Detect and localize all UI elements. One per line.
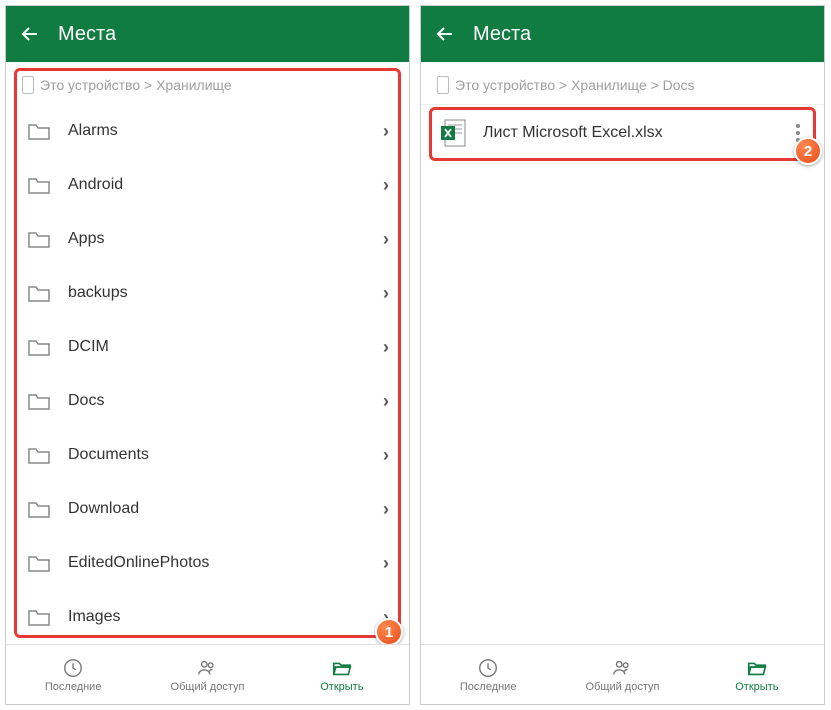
content: 1 Это устройство > Хранилище Alarms › An… [6,62,409,644]
folder-label: EditedOnlinePhotos [68,554,367,572]
nav-label: Последние [460,681,517,693]
nav-recent[interactable]: Последние [6,645,140,704]
chevron-right-icon: › [383,337,389,358]
breadcrumb[interactable]: Это устройство > Хранилище > Docs [421,62,824,105]
header: Места [421,6,824,62]
nav-recent[interactable]: Последние [421,645,555,704]
phone-left: Места 1 Это устройство > Хранилище Alarm… [5,5,410,705]
back-icon[interactable] [18,22,42,46]
chevron-right-icon: › [383,121,389,142]
file-label: Лист Microsoft Excel.xlsx [483,124,776,142]
folder-icon [26,607,52,627]
folder-label: Apps [68,230,367,248]
nav-shared[interactable]: Общий доступ [140,645,274,704]
folder-icon [26,553,52,573]
nav-label: Общий доступ [171,681,245,693]
folder-open-icon [746,657,768,679]
folder-row[interactable]: Documents › [6,428,409,482]
excel-icon [439,118,469,148]
folder-icon [26,337,52,357]
folder-label: Documents [68,446,367,464]
folder-icon [26,121,52,141]
folder-row[interactable]: Android › [6,158,409,212]
folder-row[interactable]: Alarms › [6,104,409,158]
breadcrumb-text: Это устройство > Хранилище > Docs [455,77,695,93]
folder-list: Alarms › Android › Apps › backups › DCIM [6,104,409,644]
device-icon [437,76,449,94]
folder-icon [26,175,52,195]
folder-row[interactable]: backups › [6,266,409,320]
folder-label: DCIM [68,338,367,356]
folder-row[interactable]: EditedOnlinePhotos › [6,536,409,590]
nav-label: Последние [45,681,102,693]
folder-icon [26,229,52,249]
folder-row[interactable]: Apps › [6,212,409,266]
people-icon [196,657,218,679]
chevron-right-icon: › [383,229,389,250]
bottom-nav: Последние Общий доступ Открыть [6,644,409,704]
folder-label: Images [68,608,367,626]
header: Места [6,6,409,62]
nav-open[interactable]: Открыть [690,645,824,704]
folder-row[interactable]: Download › [6,482,409,536]
chevron-right-icon: › [383,283,389,304]
breadcrumb-text: Это устройство > Хранилище [40,77,232,93]
phone-right: Места Это устройство > Хранилище > Docs … [420,5,825,705]
chevron-right-icon: › [383,391,389,412]
chevron-right-icon: › [383,499,389,520]
nav-label: Открыть [735,681,778,693]
folder-label: Alarms [68,122,367,140]
folder-label: Download [68,500,367,518]
chevron-right-icon: › [383,175,389,196]
folder-row[interactable]: DCIM › [6,320,409,374]
chevron-right-icon: › [383,553,389,574]
breadcrumb[interactable]: Это устройство > Хранилище [6,62,409,104]
device-icon [22,76,34,94]
nav-label: Общий доступ [586,681,660,693]
nav-shared[interactable]: Общий доступ [555,645,689,704]
step-badge: 2 [794,137,822,165]
nav-open[interactable]: Открыть [275,645,409,704]
folder-icon [26,499,52,519]
clock-icon [62,657,84,679]
folder-row[interactable]: Docs › [6,374,409,428]
folder-open-icon [331,657,353,679]
people-icon [611,657,633,679]
folder-label: Docs [68,392,367,410]
back-icon[interactable] [433,22,457,46]
bottom-nav: Последние Общий доступ Открыть [421,644,824,704]
folder-icon [26,391,52,411]
clock-icon [477,657,499,679]
page-title: Места [473,23,531,46]
folder-icon [26,445,52,465]
content: Это устройство > Хранилище > Docs 2 Лист… [421,62,824,644]
file-row[interactable]: Лист Microsoft Excel.xlsx [421,105,824,161]
folder-label: backups [68,284,367,302]
page-title: Места [58,23,116,46]
folder-label: Android [68,176,367,194]
folder-row[interactable]: Images › [6,590,409,644]
nav-label: Открыть [320,681,363,693]
chevron-right-icon: › [383,445,389,466]
step-badge: 1 [375,618,403,644]
folder-icon [26,283,52,303]
